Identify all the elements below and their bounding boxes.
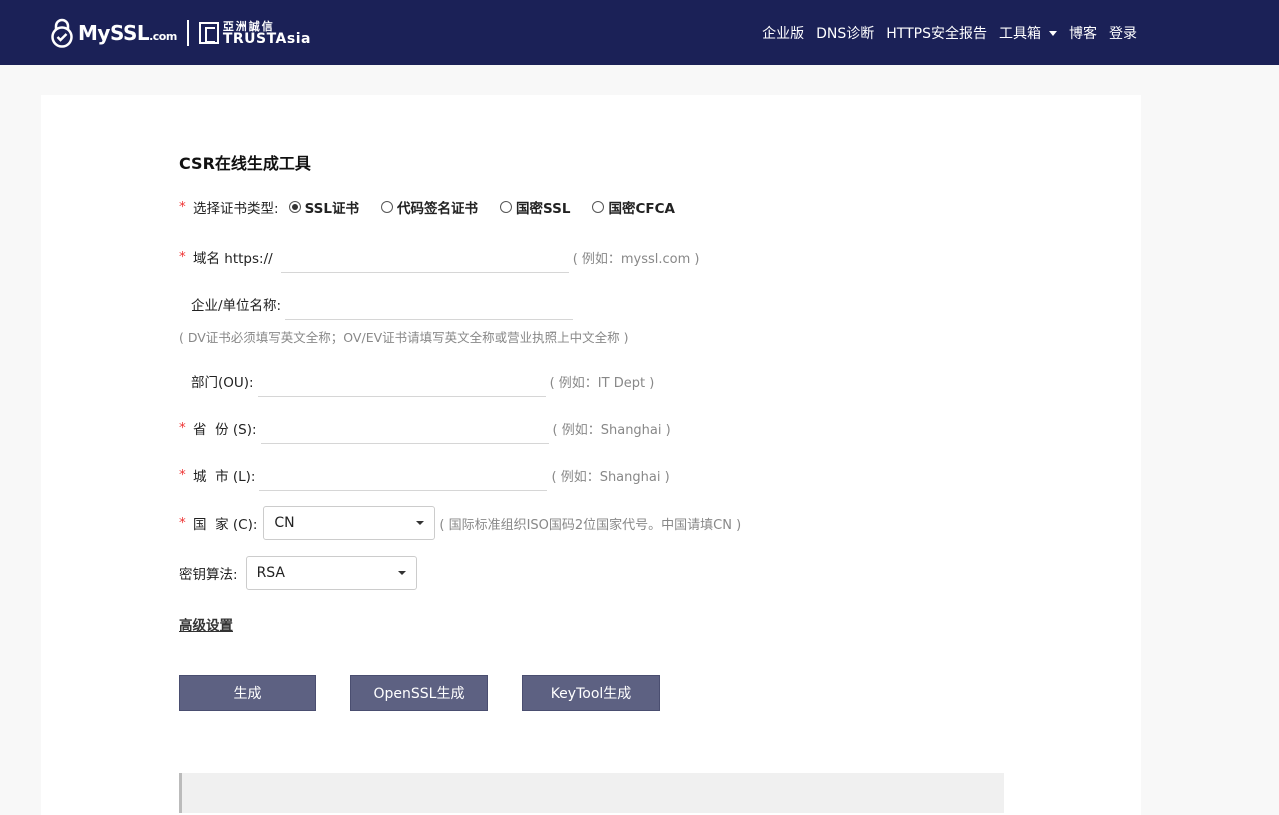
- domain-row: * 域名 https:// ( 例如：myssl.com ): [179, 241, 700, 273]
- city-input[interactable]: [259, 459, 548, 491]
- required-mark: *: [179, 420, 186, 436]
- required-mark: *: [179, 515, 186, 531]
- city-row: * 城 市 (L): ( 例如：Shanghai ): [179, 459, 670, 491]
- nav-toolbox[interactable]: 工具箱: [999, 23, 1057, 43]
- org-row: 企业/单位名称:: [179, 288, 574, 320]
- country-hint: ( 国际标准组织ISO国码2位国家代号。中国请填CN ): [439, 517, 742, 533]
- ou-row: 部门(OU): ( 例如：IT Dept ): [179, 365, 654, 397]
- algo-selected: RSA: [256, 565, 286, 581]
- chevron-down-icon: [1049, 31, 1057, 36]
- openssl-generate-button[interactable]: OpenSSL生成: [350, 675, 488, 711]
- state-row: * 省 份 (S): ( 例如：Shanghai ): [179, 412, 671, 444]
- ou-input[interactable]: [257, 365, 546, 397]
- partner-logo: 亞洲誠信 TRUSTAsia: [198, 19, 311, 47]
- country-select[interactable]: CN: [263, 506, 436, 540]
- city-label: 城 市 (L):: [193, 469, 256, 485]
- main-nav: 企业版 DNS诊断 HTTPS安全报告 工具箱 博客 登录: [762, 0, 1137, 65]
- radio-label: 国密CFCA: [608, 201, 675, 217]
- state-hint: ( 例如：Shanghai ): [552, 422, 671, 438]
- cert-type-label: 选择证书类型:: [193, 201, 279, 217]
- cert-type-row: * 选择证书类型: SSL证书 代码签名证书 国密SSL 国密CFCA: [179, 197, 697, 217]
- org-hint: ( DV证书必须填写英文全称；OV/EV证书请填写英文全称或营业执照上中文全称 …: [179, 330, 629, 345]
- required-mark: *: [179, 199, 186, 215]
- logo-divider: [186, 20, 189, 46]
- partner-name-en: TRUSTAsia: [222, 30, 311, 47]
- lock-check-icon: [50, 18, 74, 48]
- domain-input[interactable]: [280, 241, 569, 273]
- radio-circle: [592, 201, 605, 213]
- state-input[interactable]: [260, 412, 549, 444]
- nav-enterprise[interactable]: 企业版: [762, 23, 804, 43]
- nav-dns-diagnosis[interactable]: DNS诊断: [816, 23, 874, 43]
- csr-output-area[interactable]: [179, 773, 1004, 813]
- radio-label: 代码签名证书: [397, 201, 479, 217]
- logo-text: MySSL.com: [78, 21, 177, 45]
- algo-select[interactable]: RSA: [245, 556, 417, 590]
- radio-ssl[interactable]: SSL证书: [288, 197, 360, 217]
- state-label: 省 份 (S):: [193, 422, 257, 438]
- required-mark: *: [179, 467, 186, 483]
- generate-button[interactable]: 生成: [179, 675, 316, 711]
- radio-sm-cfca[interactable]: 国密CFCA: [592, 197, 675, 217]
- advanced-settings-link[interactable]: 高级设置: [179, 614, 233, 634]
- radio-sm-ssl[interactable]: 国密SSL: [500, 197, 570, 217]
- country-label: 国 家 (C):: [193, 517, 258, 533]
- page-title: CSR在线生成工具: [179, 154, 311, 173]
- radio-circle: [500, 201, 513, 213]
- org-input[interactable]: [285, 288, 574, 320]
- nav-login[interactable]: 登录: [1109, 23, 1137, 43]
- radio-circle: [288, 201, 301, 213]
- nav-https-report[interactable]: HTTPS安全报告: [886, 23, 987, 43]
- nav-blog[interactable]: 博客: [1069, 23, 1097, 43]
- radio-label: SSL证书: [304, 201, 360, 217]
- domain-hint: ( 例如：myssl.com ): [572, 251, 700, 267]
- radio-code-signing[interactable]: 代码签名证书: [381, 197, 478, 217]
- ou-label: 部门(OU):: [191, 375, 254, 391]
- domain-label: 域名 https://: [193, 251, 273, 267]
- algo-row: 密钥算法: RSA: [179, 556, 417, 590]
- chevron-down-icon: [416, 521, 425, 525]
- org-label: 企业/单位名称:: [191, 298, 282, 314]
- radio-label: 国密SSL: [516, 201, 571, 217]
- country-selected: CN: [274, 515, 295, 531]
- partner-name-cn: 亞洲誠信: [222, 19, 275, 33]
- algo-label: 密钥算法:: [179, 567, 238, 583]
- top-navbar: MySSL.com 亞洲誠信 TRUSTAsia 企业版 DNS诊断 HTTPS…: [0, 0, 1279, 65]
- country-row: * 国 家 (C): CN ( 国际标准组织ISO国码2位国家代号。中国请填CN…: [179, 506, 741, 540]
- required-mark: *: [179, 249, 186, 265]
- radio-circle: [381, 201, 394, 213]
- city-hint: ( 例如：Shanghai ): [551, 469, 670, 485]
- nav-toolbox-label: 工具箱: [999, 25, 1041, 42]
- chevron-down-icon: [397, 571, 406, 575]
- ou-hint: ( 例如：IT Dept ): [549, 375, 655, 391]
- site-logo[interactable]: MySSL.com 亞洲誠信 TRUSTAsia: [50, 17, 311, 49]
- keytool-generate-button[interactable]: KeyTool生成: [522, 675, 660, 711]
- trustasia-mark-icon: [198, 22, 219, 44]
